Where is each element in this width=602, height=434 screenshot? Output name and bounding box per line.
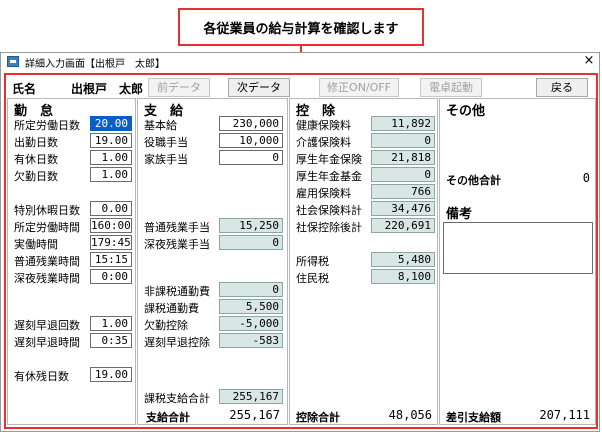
- paid-leave-days-field[interactable]: 1.00: [90, 150, 132, 165]
- toggle-edit-button[interactable]: 修正ON/OFF: [319, 78, 399, 97]
- employee-name-label: 氏名: [12, 82, 37, 96]
- attendance-panel: 勤 怠 所定労働日数 20.00 出勤日数 19.00 有休日数 1.00 欠勤…: [7, 98, 136, 425]
- attendance-days-field[interactable]: 19.00: [90, 133, 132, 148]
- attendance-label: 普通残業時間: [14, 255, 80, 268]
- position-allowance-field[interactable]: 10,000: [219, 133, 283, 148]
- taxable-commute-field: 5,500: [219, 299, 283, 314]
- other-total-label: その他合計: [446, 174, 501, 187]
- attendance-label: 出勤日数: [14, 136, 58, 149]
- late-early-count-field[interactable]: 1.00: [90, 316, 132, 331]
- payment-label: 課税支給合計: [144, 392, 210, 405]
- app-icon: [7, 56, 19, 67]
- payment-label: 基本給: [144, 119, 177, 132]
- deduction-label: 社会保険料計: [296, 204, 362, 217]
- payment-label: 非課税通勤費: [144, 285, 210, 298]
- deduction-label: 雇用保険料: [296, 187, 351, 200]
- remaining-paid-leave-field[interactable]: 19.00: [90, 367, 132, 382]
- attendance-label: 所定労働日数: [14, 119, 80, 132]
- scheduled-hours-field[interactable]: 160:00: [90, 218, 132, 233]
- deduction-label: 社保控除後計: [296, 221, 362, 234]
- pension-insurance-field: 21,818: [371, 150, 435, 165]
- health-insurance-field: 11,892: [371, 116, 435, 131]
- special-leave-days-field[interactable]: 0.00: [90, 201, 132, 216]
- deduction-label: 厚生年金基金: [296, 170, 362, 183]
- pension-fund-field: 0: [371, 167, 435, 182]
- actual-hours-field[interactable]: 179:45: [90, 235, 132, 250]
- close-icon[interactable]: ×: [581, 53, 597, 69]
- memo-title: 備考: [446, 207, 473, 222]
- nontaxable-commute-field: 0: [219, 282, 283, 297]
- back-button[interactable]: 戻る: [536, 78, 588, 97]
- taxable-pay-total-field: 255,167: [219, 389, 283, 404]
- attendance-label: 有休日数: [14, 153, 58, 166]
- attendance-label: 特別休暇日数: [14, 204, 80, 217]
- late-early-deduction-field: -583: [219, 333, 283, 348]
- attendance-label: 所定労働時間: [14, 221, 80, 234]
- instruction-callout: 各従業員の給与計算を確認します: [178, 8, 424, 46]
- social-insurance-total-field: 34,476: [371, 201, 435, 216]
- scheduled-workdays-field[interactable]: 20.00: [90, 116, 132, 131]
- absence-days-field[interactable]: 1.00: [90, 167, 132, 182]
- attendance-label: 遅刻早退回数: [14, 319, 80, 332]
- attendance-label: 有休残日数: [14, 370, 69, 383]
- attendance-label: 深夜残業時間: [14, 272, 80, 285]
- night-overtime-hours-field[interactable]: 0:00: [90, 269, 132, 284]
- net-pay-value: 207,111: [539, 408, 590, 422]
- payment-label: 深夜残業手当: [144, 238, 210, 251]
- resident-tax-field: 8,100: [371, 269, 435, 284]
- night-overtime-pay-field: 0: [219, 235, 283, 250]
- late-early-hours-field[interactable]: 0:35: [90, 333, 132, 348]
- deduction-label: 介護保険料: [296, 136, 351, 149]
- payment-total-label: 支給合計: [146, 411, 190, 424]
- other-total-value: 0: [582, 171, 590, 185]
- payment-label: 課税通勤費: [144, 302, 199, 315]
- calculator-button[interactable]: 電卓起動: [420, 78, 482, 97]
- employment-insurance-field: 766: [371, 184, 435, 199]
- deduction-label: 所得税: [296, 255, 329, 268]
- net-pay-label: 差引支給額: [446, 411, 501, 424]
- prev-data-button[interactable]: 前データ: [148, 78, 210, 97]
- deduction-total-value: 48,056: [388, 408, 432, 422]
- deduction-label: 住民税: [296, 272, 329, 285]
- deduction-panel: 控 除 健康保険料 11,892 介護保険料 0 厚生年金保険 21,818 厚…: [289, 98, 438, 425]
- other-title: その他: [446, 104, 486, 119]
- care-insurance-field: 0: [371, 133, 435, 148]
- payment-total-value: 255,167: [229, 408, 280, 422]
- detail-input-window: 詳細入力画面【出根戸 太郎】 × 氏名 出根戸 太郎 前データ 次データ 修正O…: [0, 52, 600, 432]
- attendance-label: 遅刻早退時間: [14, 336, 80, 349]
- window-title: 詳細入力画面【出根戸 太郎】: [25, 59, 165, 70]
- attendance-label: 欠勤日数: [14, 170, 58, 183]
- payment-label: 役職手当: [144, 136, 188, 149]
- deduction-label: 健康保険料: [296, 119, 351, 132]
- other-panel: その他 その他合計 0 備考 差引支給額 207,111: [439, 98, 596, 425]
- payment-label: 普通残業手当: [144, 221, 210, 234]
- after-social-insurance-field: 220,691: [371, 218, 435, 233]
- employee-name: 出根戸 太郎: [71, 82, 144, 96]
- detail-frame: 氏名 出根戸 太郎 前データ 次データ 修正ON/OFF 電卓起動 戻る 勤 怠…: [4, 73, 598, 429]
- family-allowance-field[interactable]: 0: [219, 150, 283, 165]
- payment-panel: 支 給 基本給 230,000 役職手当 10,000 家族手当 0 普通残業手…: [137, 98, 288, 425]
- payment-label: 遅刻早退控除: [144, 336, 210, 349]
- overtime-pay-field: 15,250: [219, 218, 283, 233]
- memo-textarea[interactable]: [443, 222, 593, 274]
- overtime-hours-field[interactable]: 15:15: [90, 252, 132, 267]
- income-tax-field: 5,480: [371, 252, 435, 267]
- attendance-label: 実働時間: [14, 238, 58, 251]
- deduction-total-label: 控除合計: [296, 411, 340, 424]
- payment-label: 家族手当: [144, 153, 188, 166]
- base-salary-field[interactable]: 230,000: [219, 116, 283, 131]
- next-data-button[interactable]: 次データ: [228, 78, 290, 97]
- title-bar: 詳細入力画面【出根戸 太郎】 ×: [1, 53, 599, 71]
- absence-deduction-field: -5,000: [219, 316, 283, 331]
- deduction-label: 厚生年金保険: [296, 153, 362, 166]
- payment-label: 欠勤控除: [144, 319, 188, 332]
